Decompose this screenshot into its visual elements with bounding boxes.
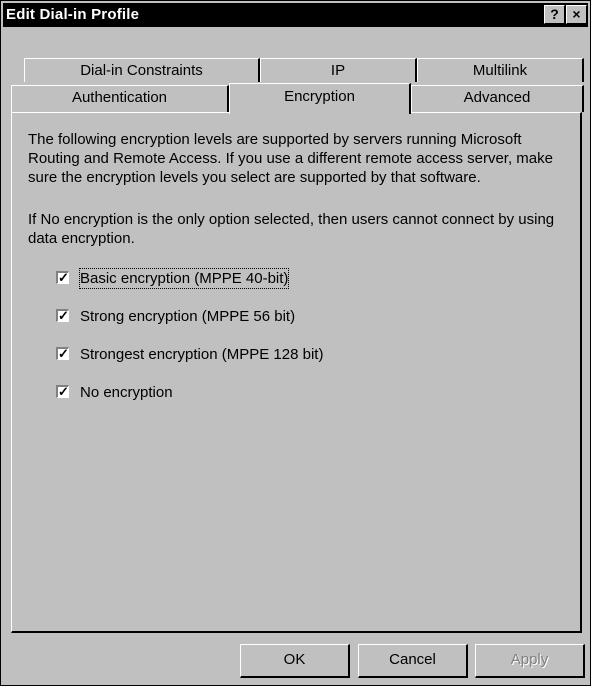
dialog-window: Edit Dial-in Profile ? × Dial-in Constra… (0, 0, 591, 686)
note-text: If No encryption is the only option sele… (28, 211, 555, 247)
strong-encryption-checkbox[interactable]: ✓ (56, 309, 69, 322)
no-encryption-label[interactable]: No encryption (80, 383, 173, 402)
tab-dial-in-constraints[interactable]: Dial-in Constraints (24, 58, 260, 82)
strongest-encryption-label[interactable]: Strongest encryption (MPPE 128 bit) (80, 345, 323, 364)
encryption-panel: The following encryption levels are supp… (11, 112, 582, 633)
tab-encryption[interactable]: Encryption (229, 83, 411, 114)
ok-button[interactable]: OK (240, 644, 350, 678)
basic-encryption-checkbox[interactable]: ✓ (56, 271, 69, 284)
basic-encryption-label[interactable]: Basic encryption (MPPE 40-bit) (78, 268, 290, 289)
cancel-button[interactable]: Cancel (358, 644, 468, 678)
close-button[interactable]: × (566, 5, 587, 24)
intro-text: The following encryption levels are supp… (28, 131, 553, 186)
window-title: Edit Dial-in Profile (6, 6, 140, 23)
tab-ip[interactable]: IP (260, 58, 417, 82)
apply-button[interactable]: Apply (475, 644, 585, 678)
no-encryption-checkbox[interactable]: ✓ (56, 385, 69, 398)
help-button[interactable]: ? (544, 5, 565, 24)
title-bar[interactable]: Edit Dial-in Profile ? × (3, 3, 588, 27)
tab-authentication[interactable]: Authentication (11, 85, 229, 112)
strong-encryption-label[interactable]: Strong encryption (MPPE 56 bit) (80, 307, 295, 326)
strongest-encryption-checkbox[interactable]: ✓ (56, 347, 69, 360)
tab-advanced[interactable]: Advanced (411, 85, 584, 112)
tab-multilink[interactable]: Multilink (417, 58, 584, 82)
